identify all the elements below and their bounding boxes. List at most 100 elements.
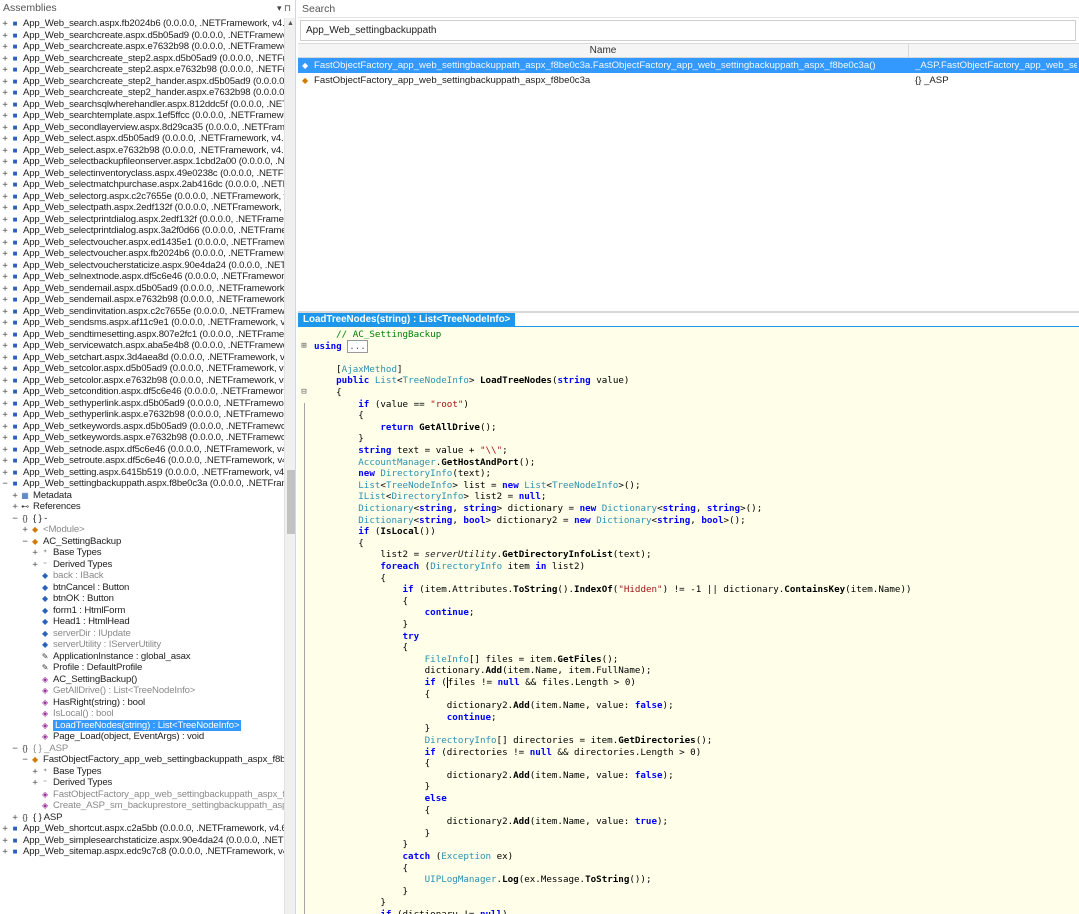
tree-item[interactable]: ◈ LoadTreeNodes(string) : List<TreeNodeIn… (0, 719, 284, 732)
assemblies-title: Assemblies (3, 2, 57, 14)
tree-item[interactable]: − ■ App_Web_settingbackuppath.aspx.f8be0c3… (0, 478, 284, 490)
tree-item[interactable]: + ◆ <Module> (0, 524, 284, 536)
tree-item[interactable]: + ▦ Metadata (0, 490, 284, 502)
assembly-tree[interactable]: + ■ App_Web_search.aspx.fb2024b6 (0.0.0.0,… (0, 18, 284, 914)
tree-item[interactable]: ◆ Head1 : HtmlHead (0, 616, 284, 628)
tree-item[interactable]: + ■ App_Web_setting.aspx.6415b519 (0.0.0.0… (0, 467, 284, 479)
tree-item[interactable]: + ■ App_Web_sendsms.aspx.af11c9e1 (0.0.0.0… (0, 317, 284, 329)
code-line: if (IsLocal()) (298, 526, 1079, 538)
tree-item[interactable]: ◆ btnOK : Button (0, 593, 284, 605)
tree-item[interactable]: + ■ App_Web_searchcreate_step2_hander.aspx… (0, 76, 284, 88)
tree-item[interactable]: + ■ App_Web_selnextnode.aspx.df5c6e46 (0.0… (0, 271, 284, 283)
result-row[interactable]: ◆ FastObjectFactory_app_web_settingbackup… (298, 73, 1079, 88)
scrollbar-thumb[interactable] (287, 470, 295, 534)
tree-item[interactable]: + ■ App_Web_selectvoucher.aspx.fb2024b6 (0… (0, 248, 284, 260)
tree-item[interactable]: + ■ App_Web_simplesearchstaticize.aspx.90e… (0, 835, 284, 847)
tree-item[interactable]: + ■ App_Web_sendemail.aspx.e7632b98 (0.0.0… (0, 294, 284, 306)
code-token: foreach (314, 561, 420, 572)
code-tab[interactable]: LoadTreeNodes(string) : List<TreeNodeInf… (298, 313, 516, 327)
tree-item[interactable]: + ⁺ Base Types (0, 547, 284, 559)
tree-item[interactable]: ◆ back : IBack (0, 570, 284, 582)
tree-item[interactable]: + ■ App_Web_searchcreate_step2_hander.aspx… (0, 87, 284, 99)
tree-item-label: App_Web_sethyperlink.aspx.e7632b98 (0.0.… (23, 409, 284, 420)
tree-item[interactable]: + ■ App_Web_secondlayerview.aspx.8d29ca35 … (0, 122, 284, 134)
tree-item[interactable]: + ■ App_Web_searchcreate.aspx.d5b05ad9 (0.… (0, 30, 284, 42)
pin-icon[interactable]: ▾ ⊓ (277, 0, 291, 17)
tree-item[interactable]: + ■ App_Web_shortcut.aspx.c2a5bb (0.0.0.0,… (0, 823, 284, 835)
scroll-up-icon[interactable]: ▲ (287, 20, 294, 27)
tree-item[interactable]: + ■ App_Web_setkeywords.aspx.e7632b98 (0.0… (0, 432, 284, 444)
tree-item[interactable]: ◈ IsLocal() : bool (0, 708, 284, 720)
tree-scrollbar[interactable]: ▲ (284, 18, 295, 914)
tree-item[interactable]: + ■ App_Web_selectpath.aspx.2edf132f (0.0.… (0, 202, 284, 214)
class-icon: ◆ (31, 536, 38, 546)
tree-item[interactable]: + ■ App_Web_select.aspx.e7632b98 (0.0.0.0,… (0, 145, 284, 157)
tree-item[interactable]: + ■ App_Web_searchcreate_step2.aspx.e7632b… (0, 64, 284, 76)
tree-item[interactable]: ◈ Page_Load(object, EventArgs) : void (0, 731, 284, 743)
tree-item[interactable]: + ■ App_Web_search.aspx.fb2024b6 (0.0.0.0,… (0, 18, 284, 30)
tree-item[interactable]: ◆ btnCancel : Button (0, 582, 284, 594)
tree-item[interactable]: − ◆ AC_SettingBackup (0, 536, 284, 548)
tree-item[interactable]: + ■ App_Web_setcolor.aspx.e7632b98 (0.0.0.… (0, 375, 284, 387)
code-line: catch (Exception ex) (298, 851, 1079, 863)
tree-item[interactable]: +{}{ } ASP (0, 812, 284, 824)
tree-item[interactable]: + ■ App_Web_setkeywords.aspx.d5b05ad9 (0.0… (0, 421, 284, 433)
tree-item[interactable]: + ■ App_Web_sendemail.aspx.d5b05ad9 (0.0.0… (0, 283, 284, 295)
code-line: dictionary2.Add(item.Name, value: true); (298, 816, 1079, 828)
tree-item[interactable]: + ■ App_Web_selectorg.aspx.c2c7655e (0.0.0… (0, 191, 284, 203)
tree-item[interactable]: + ■ App_Web_sendinvitation.aspx.c2c7655e (… (0, 306, 284, 318)
code-line: } (298, 839, 1079, 851)
tree-item[interactable]: + ■ App_Web_sitemap.aspx.edc9c7c8 (0.0.0.0… (0, 846, 284, 858)
tree-item[interactable]: + ■ App_Web_sethyperlink.aspx.e7632b98 (0.… (0, 409, 284, 421)
column-header-name[interactable]: Name (298, 44, 909, 58)
tree-item[interactable]: + ■ App_Web_sendtimesetting.aspx.807e2fc1 … (0, 329, 284, 341)
expand-region-icon[interactable]: ⊞ (299, 341, 309, 353)
tree-item[interactable]: ◈ AC_SettingBackup() (0, 674, 284, 686)
tree-item[interactable]: + ■ App_Web_select.aspx.d5b05ad9 (0.0.0.0,… (0, 133, 284, 145)
tree-item[interactable]: + ■ App_Web_setroute.aspx.df5c6e46 (0.0.0.… (0, 455, 284, 467)
tree-item[interactable]: + ■ App_Web_servicewatch.aspx.aba5e4b8 (0.… (0, 340, 284, 352)
tree-item[interactable]: + ■ App_Web_searchtemplate.aspx.1ef5ffcc (… (0, 110, 284, 122)
code-token: List (374, 375, 397, 387)
tree-item[interactable]: + ■ App_Web_selectprintdialog.aspx.2edf132… (0, 214, 284, 226)
tree-item[interactable]: + ■ App_Web_setnode.aspx.df5c6e46 (0.0.0.0… (0, 444, 284, 456)
tree-item[interactable]: ✎ Profile : DefaultProfile (0, 662, 284, 674)
code-line: dictionary2.Add(item.Name, value: false)… (298, 700, 1079, 712)
tree-item[interactable]: + ⁺ Base Types (0, 766, 284, 778)
tree-item[interactable]: ◈ GetAllDrive() : List<TreeNodeInfo> (0, 685, 284, 697)
tree-item[interactable]: + ⊷ References (0, 501, 284, 513)
tree-item[interactable]: ◈ HasRight(string) : bool (0, 697, 284, 709)
code-token: > dictionary2 = (485, 514, 575, 526)
tree-item[interactable]: −{}{ } _ASP (0, 743, 284, 755)
tree-item[interactable]: + ■ App_Web_selectbackupfileonserver.aspx.… (0, 156, 284, 168)
tree-item[interactable]: ◆ serverDir : IUpdate (0, 628, 284, 640)
tree-item[interactable]: + ■ App_Web_selectvoucher.aspx.ed1435e1 (0… (0, 237, 284, 249)
tree-item-label: App_Web_selectinventoryclass.aspx.49e023… (23, 167, 284, 179)
expand-icon[interactable]: + (1, 847, 9, 859)
tree-item[interactable]: + ■ App_Web_searchsqlwherehandler.aspx.812… (0, 99, 284, 111)
tree-item[interactable]: + ■ App_Web_selectvoucherstaticize.aspx.90… (0, 260, 284, 272)
tree-item[interactable]: ◈ FastObjectFactory_app_web_settingbackup… (0, 789, 284, 801)
code-token: DirectoryInfo (314, 735, 497, 746)
tree-item[interactable]: + ■ App_Web_selectmatchpurchase.aspx.2ab41… (0, 179, 284, 191)
collapse-region-icon[interactable]: ⊟ (299, 387, 309, 399)
search-input[interactable] (300, 20, 1076, 41)
tree-item[interactable]: + ■ App_Web_setcolor.aspx.d5b05ad9 (0.0.0.… (0, 363, 284, 375)
tree-item[interactable]: + ■ App_Web_setchart.aspx.3d4aea8d (0.0.0.… (0, 352, 284, 364)
code-editor[interactable]: // AC_SettingBackup ⊞ using ... [AjaxMetho… (298, 327, 1079, 914)
tree-item[interactable]: ◆ form1 : HtmlForm (0, 605, 284, 617)
tree-item[interactable]: ◈ Create_ASP_sm_backuprestore_settingback… (0, 800, 284, 812)
tree-item[interactable]: + ■ App_Web_selectinventoryclass.aspx.49e0… (0, 168, 284, 180)
tree-item[interactable]: −{}{ } - (0, 513, 284, 525)
tree-item[interactable]: + ■ App_Web_selectprintdialog.aspx.3a2f0d6… (0, 225, 284, 237)
tree-item[interactable]: ✎ ApplicationInstance : global_asax (0, 651, 284, 663)
tree-item[interactable]: + ■ App_Web_sethyperlink.aspx.d5b05ad9 (0.… (0, 398, 284, 410)
tree-item[interactable]: − ◆ FastObjectFactory_app_web_settingbacku… (0, 754, 284, 766)
result-row[interactable]: ◆ FastObjectFactory_app_web_settingbackup… (298, 58, 1079, 73)
tree-item[interactable]: + ⁻ Derived Types (0, 777, 284, 789)
tree-item[interactable]: + ■ App_Web_searchcreate.aspx.e7632b98 (0.… (0, 41, 284, 53)
tree-item[interactable]: + ■ App_Web_searchcreate_step2.aspx.d5b05a… (0, 53, 284, 65)
tree-item[interactable]: + ⁻ Derived Types (0, 559, 284, 571)
tree-item[interactable]: + ■ App_Web_setcondition.aspx.df5c6e46 (0.… (0, 386, 284, 398)
tree-item[interactable]: ◆ serverUtility : IServerUtility (0, 639, 284, 651)
